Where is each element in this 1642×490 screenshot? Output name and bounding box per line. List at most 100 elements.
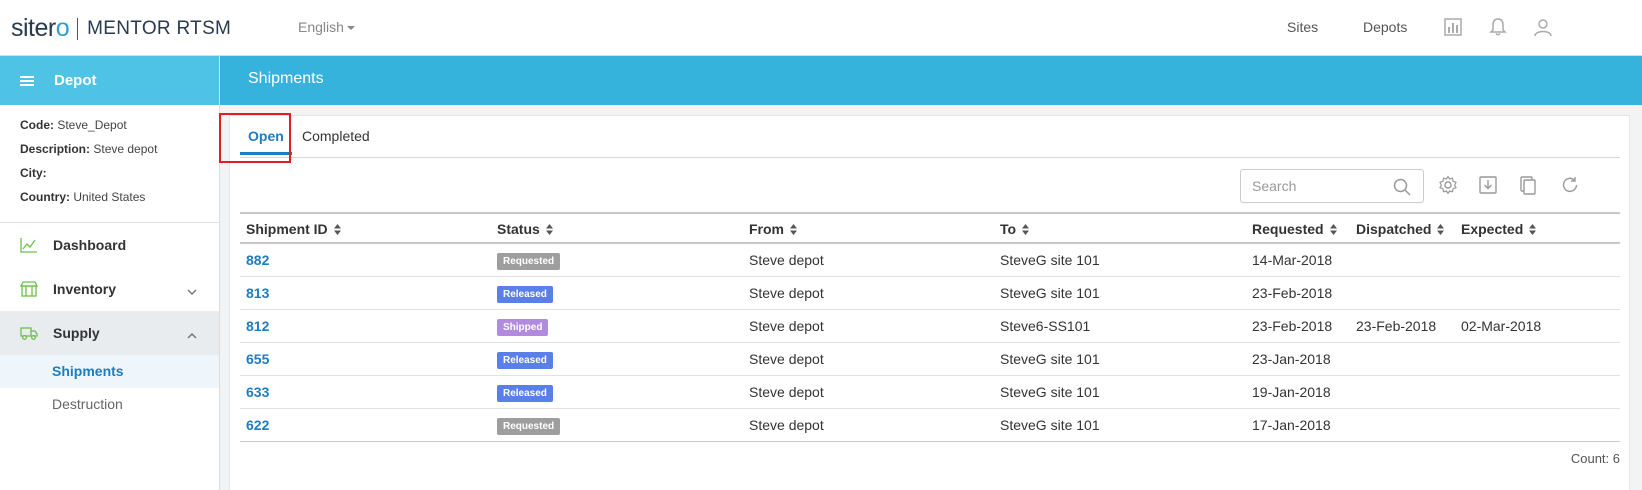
nav-link-depots[interactable]: Depots [1363,19,1407,35]
from-cell: Steve depot [749,318,824,334]
sidebar-item-dashboard[interactable]: Dashboard [0,223,219,267]
tab-completed[interactable]: Completed [302,128,370,144]
status-badge: Released [497,286,553,303]
download-icon[interactable] [1478,175,1498,195]
requested-cell: 23-Jan-2018 [1252,351,1331,367]
shipment-id-link[interactable]: 882 [246,252,269,268]
to-cell: SteveG site 101 [1000,417,1100,433]
annotation-highlight-box [219,113,291,163]
gear-icon[interactable] [1438,175,1458,195]
expected-cell: 02-Mar-2018 [1461,318,1542,334]
caret-down-icon [346,26,355,31]
sidebar-item-inventory[interactable]: Inventory [0,267,219,311]
column-header-status[interactable]: Status [497,221,553,237]
table-row: 633 Released Steve depot SteveG site 101… [240,376,1620,409]
search-box [1240,169,1424,203]
status-badge: Shipped [497,319,549,336]
report-icon[interactable] [1443,17,1463,37]
table-header: Shipment ID Status From To Requested Dis… [240,212,1620,244]
truck-icon [20,325,38,341]
status-badge: Released [497,352,553,369]
search-icon[interactable] [1393,178,1411,196]
sort-icon [333,222,341,235]
shipment-id-link[interactable]: 813 [246,285,269,301]
chevron-up-icon[interactable] [187,328,197,339]
sidebar-item-supply[interactable]: Supply [0,311,219,355]
table-footer: Count: 6 [240,441,1620,473]
chevron-down-icon[interactable] [187,284,197,296]
sort-icon [1437,222,1445,235]
table-row: 655 Released Steve depot SteveG site 101… [240,343,1620,376]
to-cell: SteveG site 101 [1000,351,1100,367]
sort-icon [1529,222,1537,235]
column-header-to[interactable]: To [1000,221,1030,237]
requested-cell: 17-Jan-2018 [1252,417,1331,433]
hamburger-menu-icon[interactable] [20,75,34,86]
from-cell: Steve depot [749,351,824,367]
from-cell: Steve depot [749,384,824,400]
table-row: 813 Released Steve depot SteveG site 101… [240,277,1620,310]
requested-cell: 23-Feb-2018 [1252,285,1333,301]
shipment-id-link[interactable]: 655 [246,351,269,367]
inventory-icon [19,281,39,297]
requested-cell: 14-Mar-2018 [1252,252,1333,268]
depot-description: Description: Steve depot [20,142,158,156]
to-cell: SteveG site 101 [1000,252,1100,268]
sidebar: Depot Code: Steve_Depot Description: Ste… [0,56,220,490]
depot-city: City: [20,166,47,180]
shipment-id-link[interactable]: 812 [246,318,269,334]
copy-icon[interactable] [1518,175,1538,195]
shipments-panel: Open Completed Shipment ID Status From T… [219,113,1630,490]
page-header: Shipments [220,56,1642,105]
depot-country: Country: United States [20,190,146,204]
page-title: Shipments [248,70,324,87]
top-header: sitero MENTOR RTSM English Sites Depots [0,0,1642,56]
sort-icon [1022,222,1030,235]
to-cell: SteveG site 101 [1000,285,1100,301]
tab-bar: Open Completed [240,116,1620,158]
sort-icon [545,222,553,235]
search-input[interactable] [1241,170,1391,202]
sidebar-subitem-shipments[interactable]: Shipments [0,355,219,388]
logo-product-name: MENTOR RTSM [87,17,232,39]
sidebar-subitem-destruction[interactable]: Destruction [0,388,219,421]
sidebar-item-label: Dashboard [53,237,127,253]
column-header-shipment-id[interactable]: Shipment ID [246,221,341,237]
nav-link-sites[interactable]: Sites [1287,19,1318,35]
column-header-dispatched[interactable]: Dispatched [1356,221,1445,237]
shipment-id-link[interactable]: 633 [246,384,269,400]
to-cell: Steve6-SS101 [1000,318,1091,334]
requested-cell: 19-Jan-2018 [1252,384,1331,400]
refresh-icon[interactable] [1560,175,1580,195]
language-dropdown[interactable]: English [298,19,355,35]
shipment-id-link[interactable]: 622 [246,417,269,433]
table-row: 622 Requested Steve depot SteveG site 10… [240,409,1620,442]
table-row: 812 Shipped Steve depot Steve6-SS101 23-… [240,310,1620,343]
bell-icon[interactable] [1488,17,1508,37]
table-row: 882 Requested Steve depot SteveG site 10… [240,244,1620,277]
logo[interactable]: sitero MENTOR RTSM [11,14,231,43]
column-header-expected[interactable]: Expected [1461,221,1537,237]
from-cell: Steve depot [749,417,824,433]
status-badge: Released [497,385,553,402]
sidebar-item-label: Inventory [53,281,117,297]
depot-code: Code: Steve_Depot [20,118,127,132]
logo-divider [77,17,79,40]
logo-brand: sitero [11,14,70,42]
status-badge: Requested [497,253,561,270]
column-header-requested[interactable]: Requested [1252,221,1337,237]
status-badge: Requested [497,418,561,435]
sort-icon [790,222,797,235]
from-cell: Steve depot [749,285,824,301]
to-cell: SteveG site 101 [1000,384,1100,400]
shipments-table: Shipment ID Status From To Requested Dis… [240,212,1620,473]
from-cell: Steve depot [749,252,824,268]
requested-cell: 23-Feb-2018 [1252,318,1333,334]
dispatched-cell: 23-Feb-2018 [1356,318,1437,334]
language-label: English [298,19,344,35]
column-header-from[interactable]: From [749,221,797,237]
sort-icon [1329,222,1337,235]
sidebar-title: Depot [54,72,97,89]
sidebar-header: Depot [0,56,219,105]
user-icon[interactable] [1533,17,1553,37]
